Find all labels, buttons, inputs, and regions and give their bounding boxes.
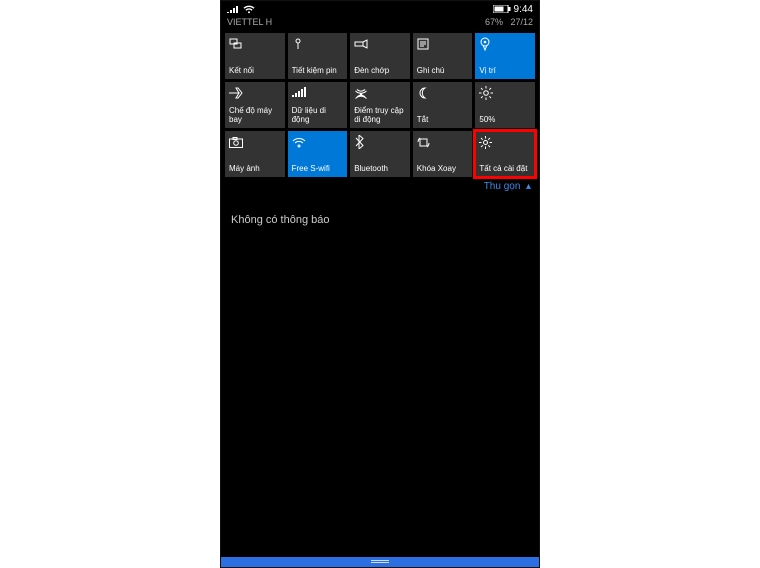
collapse-label: Thu gọn — [484, 181, 521, 192]
quick-action-flashlight[interactable]: Đèn chớp — [350, 33, 410, 79]
quick-action-bluetooth[interactable]: Bluetooth — [350, 131, 410, 177]
phone-screen: 9:44 VIETTEL H 67% 27/12 Kết nối Tiết kiệ… — [220, 0, 540, 568]
signal-icon — [227, 5, 239, 13]
carrier-label: VIETTEL H — [227, 17, 272, 29]
settings-icon — [479, 135, 531, 149]
quick-action-rotation[interactable]: Khóa Xoay — [413, 131, 473, 177]
quick-action-moon[interactable]: Tắt — [413, 82, 473, 128]
collapse-button[interactable]: Thu gọn ▴ — [221, 177, 539, 196]
quick-action-camera[interactable]: Máy ảnh — [225, 131, 285, 177]
moon-icon — [417, 86, 469, 100]
note-icon — [417, 37, 469, 51]
rotation-icon — [417, 135, 469, 149]
chevron-up-icon: ▴ — [523, 181, 531, 192]
drag-handle-icon — [371, 560, 389, 564]
wifi-status-icon — [243, 5, 255, 14]
bluetooth-icon — [354, 135, 406, 149]
tile-label: Vị trí — [479, 66, 531, 75]
notifications-area: Không có thông báo — [221, 196, 539, 244]
sub-status: VIETTEL H 67% 27/12 — [221, 17, 539, 29]
tile-label: Khóa Xoay — [417, 164, 469, 173]
hotspot-icon — [354, 86, 406, 100]
tile-label: Kết nối — [229, 66, 281, 75]
tile-label: Chế độ máy bay — [229, 106, 281, 124]
status-bar: 9:44 — [221, 1, 539, 17]
tile-label: Điểm truy cập di động — [354, 106, 406, 124]
leaf-icon — [292, 37, 344, 51]
nav-bar-handle[interactable] — [221, 557, 539, 567]
location-icon — [479, 37, 531, 51]
tile-label: Ghi chú — [417, 66, 469, 75]
quick-action-brightness[interactable]: 50% — [475, 82, 535, 128]
camera-icon — [229, 135, 281, 149]
tile-label: Tắt — [417, 115, 469, 124]
wifi-icon — [292, 135, 344, 149]
tile-label: Tiết kiệm pin — [292, 66, 344, 75]
quick-action-connect[interactable]: Kết nối — [225, 33, 285, 79]
quick-action-note[interactable]: Ghi chú — [413, 33, 473, 79]
tile-label: Dữ liệu di động — [292, 106, 344, 124]
quick-action-wifi[interactable]: Free S-wifi — [288, 131, 348, 177]
tile-label: Máy ảnh — [229, 164, 281, 173]
tile-label: Đèn chớp — [354, 66, 406, 75]
date-label: 27/12 — [510, 17, 533, 27]
battery-icon — [493, 5, 511, 13]
no-notifications-text: Không có thông báo — [231, 214, 329, 226]
airplane-icon — [229, 86, 281, 100]
tile-label: 50% — [479, 115, 531, 124]
flashlight-icon — [354, 37, 406, 51]
quick-action-hotspot[interactable]: Điểm truy cập di động — [350, 82, 410, 128]
quick-actions-grid: Kết nối Tiết kiệm pin Đèn chớp Ghi chú Vị tr… — [221, 29, 539, 177]
tile-label: Tất cả cài đặt — [479, 164, 531, 173]
quick-action-airplane[interactable]: Chế độ máy bay — [225, 82, 285, 128]
cellular-icon — [292, 86, 344, 100]
quick-action-cellular[interactable]: Dữ liệu di động — [288, 82, 348, 128]
tile-label: Free S-wifi — [292, 164, 344, 173]
clock: 9:44 — [514, 4, 533, 15]
connect-icon — [229, 37, 281, 51]
quick-action-settings[interactable]: Tất cả cài đặt — [475, 131, 535, 177]
quick-action-leaf[interactable]: Tiết kiệm pin — [288, 33, 348, 79]
brightness-icon — [479, 86, 531, 100]
quick-action-location[interactable]: Vị trí — [475, 33, 535, 79]
battery-pct: 67% — [485, 17, 503, 27]
tile-label: Bluetooth — [354, 164, 406, 173]
